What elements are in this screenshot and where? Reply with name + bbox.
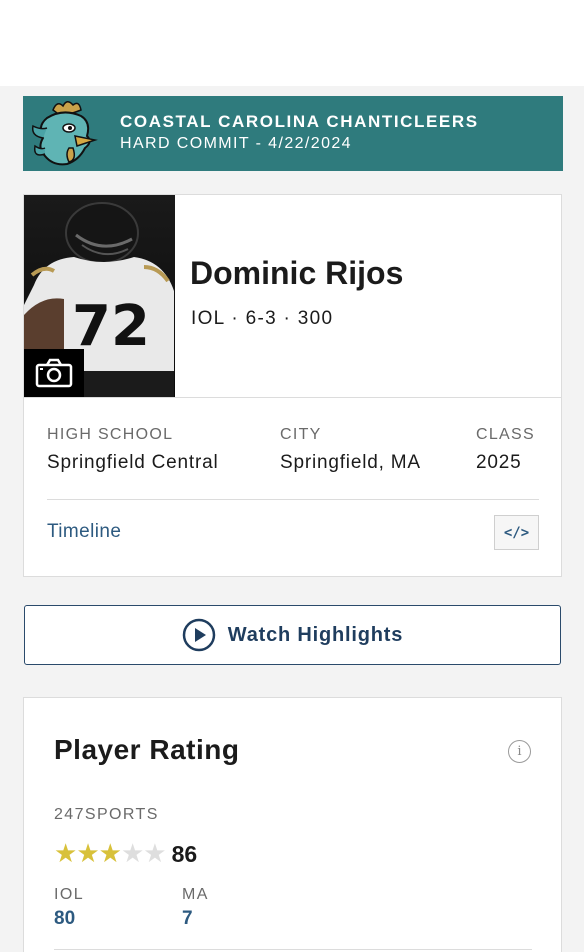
class-value: 2025 <box>476 452 522 473</box>
position-rank[interactable]: IOL 80 <box>54 885 84 930</box>
high-school-label: HIGH SCHOOL <box>47 426 174 443</box>
info-icon[interactable]: i <box>508 740 531 763</box>
timeline-link[interactable]: Timeline <box>47 521 121 543</box>
code-icon: </> <box>503 524 530 541</box>
star-icon: ★ <box>143 839 167 869</box>
player-photo[interactable]: 72 <box>24 195 175 397</box>
rating-source: 247SPORTS <box>54 806 159 823</box>
position-rank-value: 80 <box>54 908 76 929</box>
city-value: Springfield, MA <box>280 452 421 473</box>
position-rank-label: IOL <box>54 886 84 903</box>
embed-button[interactable]: </> <box>494 515 539 550</box>
chanticleer-logo-icon <box>23 96 103 171</box>
commit-status: HARD COMMIT - 4/22/2024 <box>120 135 352 152</box>
divider <box>54 949 532 950</box>
play-circle-icon <box>182 618 216 652</box>
star-rating: ★ ★ ★ ★ ★ 86 <box>54 840 197 868</box>
watch-highlights-label: Watch Highlights <box>227 623 404 646</box>
top-bar <box>0 0 584 86</box>
commit-banner[interactable]: COASTAL CAROLINA CHANTICLEERS HARD COMMI… <box>23 96 563 171</box>
state-rank-label: MA <box>182 886 209 903</box>
camera-button[interactable] <box>24 349 84 397</box>
class-label: CLASS <box>476 426 535 443</box>
star-icon: ★ <box>54 839 78 869</box>
player-card: 72 Dominic Rijos IOL · 6-3 · 300 HIGH SC… <box>23 194 562 577</box>
high-school-value: Springfield Central <box>47 452 219 473</box>
city-label: CITY <box>280 426 322 443</box>
info-glyph: i <box>517 744 522 759</box>
camera-icon <box>35 358 73 388</box>
player-name: Dominic Rijos <box>190 255 404 291</box>
divider <box>47 499 539 500</box>
star-icon: ★ <box>120 839 145 869</box>
state-rank-value: 7 <box>182 908 193 929</box>
player-rating-card: Player Rating i 247SPORTS ★ ★ ★ ★ ★ 86 I… <box>23 697 562 952</box>
commit-school: COASTAL CAROLINA CHANTICLEERS <box>120 112 479 131</box>
state-rank[interactable]: MA 7 <box>182 885 209 930</box>
rating-title: Player Rating <box>54 734 240 765</box>
high-school-field: HIGH SCHOOL Springfield Central <box>47 425 219 475</box>
star-icon: ★ <box>76 839 100 869</box>
star-icon: ★ <box>98 839 122 869</box>
divider <box>24 397 561 398</box>
rating-score: 86 <box>171 840 198 867</box>
player-position-size: IOL · 6-3 · 300 <box>191 308 334 329</box>
class-field: CLASS 2025 <box>476 425 535 475</box>
watch-highlights-button[interactable]: Watch Highlights <box>24 605 561 665</box>
city-field: CITY Springfield, MA <box>280 425 421 475</box>
